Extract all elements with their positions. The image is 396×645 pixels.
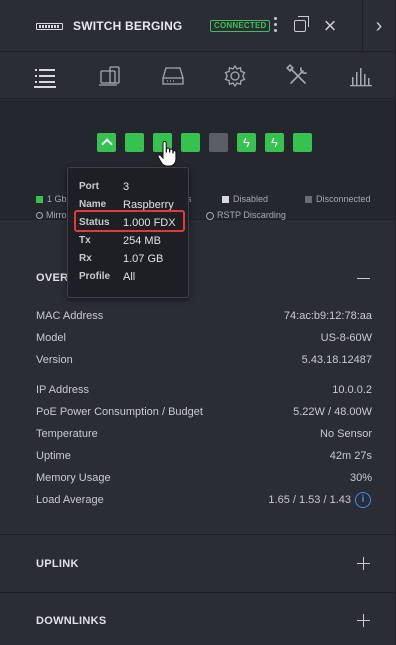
tooltip-rx-label: Rx [79,253,92,264]
section-downlinks-title[interactable]: DOWNLINKS [36,615,107,627]
info-row: Memory Usage 30% [36,472,372,484]
poe-bolt-icon: ϟ [243,135,250,150]
drive-icon[interactable] [160,63,186,89]
tooltip-profile-value: All [123,271,136,283]
divider [0,534,396,535]
info-row: Temperature No Sensor [36,428,372,440]
devices-icon[interactable] [97,63,123,89]
legend-disconnected: Disconnected [305,194,371,204]
stats-icon[interactable] [348,63,374,89]
close-icon[interactable]: × [320,14,340,38]
info-row: IP Address 10.0.0.2 [36,384,372,396]
list-icon[interactable] [32,63,58,89]
status-badge: CONNECTED [210,20,271,32]
port-8[interactable] [293,133,312,152]
more-menu-icon[interactable] [270,14,280,32]
expand-plus-icon[interactable] [357,614,371,628]
port-panel: ϟ ϟ 1 Gbps s Disabled Disconnected Mirro… [0,100,396,220]
tools-icon[interactable] [285,63,311,89]
property-tabs [0,53,396,99]
port-4[interactable] [181,133,200,152]
tooltip-rx-value: 1.07 GB [123,253,164,265]
legend-mirror: Mirro [36,210,67,220]
tooltip-port-label: Port [79,181,99,192]
title-divider [362,0,363,52]
info-row: MAC Address 74:ac:b9:12:78:aa [36,310,372,322]
divider [0,592,396,593]
port-7[interactable]: ϟ [265,133,284,152]
port-5[interactable] [209,133,228,152]
info-icon[interactable]: i [355,492,371,508]
section-overview-title[interactable]: OVER [36,272,68,284]
expand-plus-icon[interactable] [357,557,371,571]
chevron-right-icon[interactable]: › [370,14,388,38]
tooltip-profile-label: Profile [79,271,111,282]
info-row: Model US-8-60W [36,332,372,344]
info-row: Version 5.43.18.12487 [36,354,372,366]
port-6[interactable]: ϟ [237,133,256,152]
hand-cursor-icon [157,140,177,167]
tooltip-port-value: 3 [123,181,130,193]
port-1[interactable] [97,133,116,152]
info-row: Load Average 1.65 / 1.53 / 1.43 [36,494,351,506]
device-title: SWITCH BERGING [73,19,183,33]
section-uplink-title[interactable]: UPLINK [36,558,79,570]
tooltip-tx-value: 254 MB [123,235,161,247]
gear-icon[interactable] [222,63,248,89]
port-2[interactable] [125,133,144,152]
switch-device-icon [36,23,63,30]
poe-bolt-icon: ϟ [271,135,278,150]
legend-rstp: RSTP Discarding [206,210,286,220]
title-bar: SWITCH BERGING CONNECTED × › [0,0,396,52]
status-highlight-box [74,210,185,232]
tooltip-tx-label: Tx [79,235,91,246]
info-row: PoE Power Consumption / Budget 5.22W / 48… [36,406,372,418]
collapse-minus-icon[interactable] [357,272,371,286]
info-row: Uptime 42m 27s [36,450,372,462]
port-tooltip: Port 3 Name Raspberry Status 1.000 FDX Tx 25… [67,167,189,298]
legend-disabled: Disabled [222,194,268,204]
details-panel: OVER MAC Address 74:ac:b9:12:78:aa Model U… [0,221,396,645]
